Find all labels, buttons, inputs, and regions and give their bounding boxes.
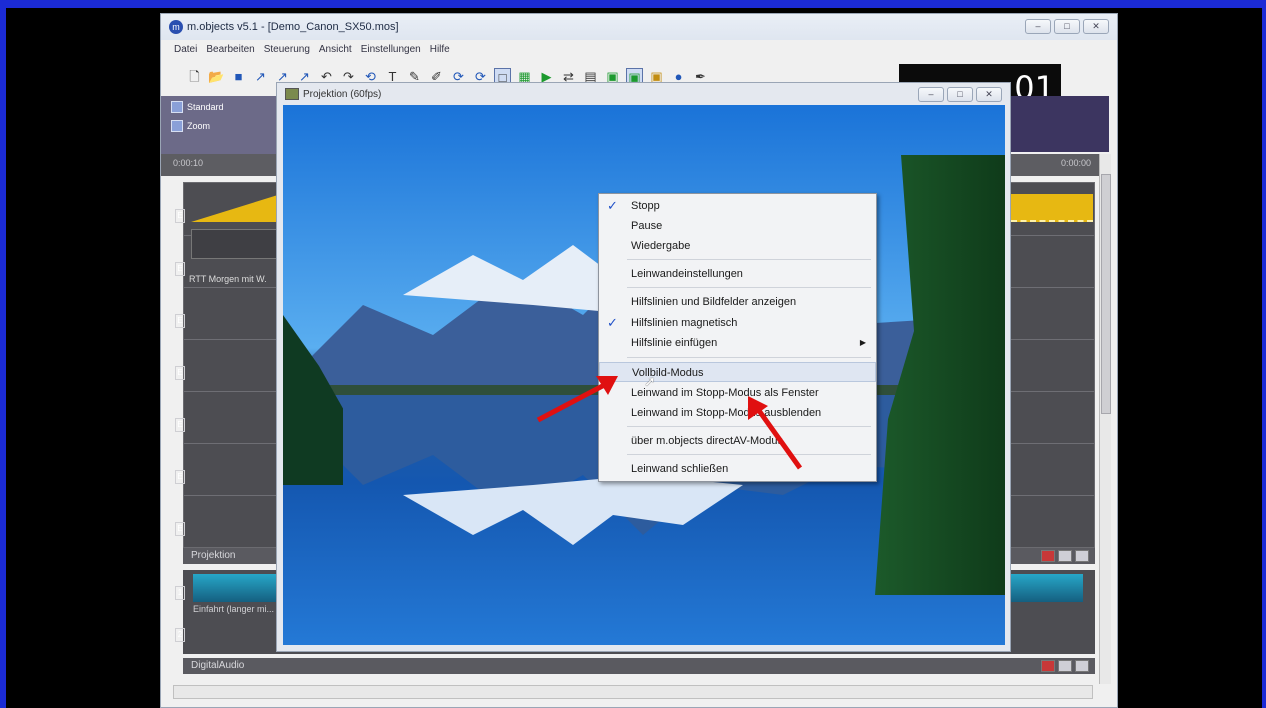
menu-item-stopp[interactable]: ✓ Stopp: [599, 196, 876, 216]
menu-datei[interactable]: Datei: [174, 44, 197, 55]
projection-minimize-button[interactable]: –: [918, 87, 944, 102]
new-icon[interactable]: 🗋: [186, 68, 203, 85]
audio-track-number-icon: 2: [175, 628, 185, 642]
menu-item-pause[interactable]: Pause: [599, 216, 876, 236]
menu-item-leinwandeinstellungen[interactable]: Leinwandeinstellungen: [599, 264, 876, 284]
menu-item-leinwand-schliessen[interactable]: Leinwand schließen: [599, 459, 876, 479]
view-zoom[interactable]: Zoom: [171, 118, 281, 134]
ruler-right-time: 0:00:00: [1060, 158, 1091, 168]
a-icon[interactable]: ↗: [252, 68, 269, 85]
track-number-icon: E: [175, 522, 185, 536]
close-button[interactable]: ✕: [1083, 19, 1109, 34]
minimize-button[interactable]: –: [1025, 19, 1051, 34]
menu-item-hilfslinien-magnetisch[interactable]: ✓ Hilfslinien magnetisch: [599, 313, 876, 333]
app-logo-icon: m: [169, 20, 183, 34]
open-icon[interactable]: 📂: [208, 68, 225, 85]
ruler-left-time: 0:00:10: [173, 158, 204, 168]
standard-icon: [171, 101, 183, 113]
projection-icon: [285, 88, 299, 100]
track-label: RTT Morgen mit W.: [189, 274, 267, 284]
section-lock-icon[interactable]: [1075, 660, 1089, 672]
vertical-scroll-thumb[interactable]: [1101, 174, 1111, 414]
app-titlebar: m m.objects v5.1 - [Demo_Canon_SX50.mos]…: [161, 14, 1117, 40]
menu-item-vollbild-modus[interactable]: Vollbild-Modus: [599, 362, 876, 382]
track-number-icon: E: [175, 314, 185, 328]
menu-separator: [627, 454, 871, 455]
audio-label: Einfahrt (langer mi...: [193, 604, 275, 614]
menu-bearbeiten[interactable]: Bearbeiten: [206, 44, 254, 55]
track-number-icon: E: [175, 209, 185, 223]
view-panel: Standard Zoom: [161, 96, 281, 156]
mouse-cursor-icon: ➚: [644, 373, 656, 389]
menu-item-stopp-ausblenden[interactable]: Leinwand im Stopp-Modus ausblenden: [599, 403, 876, 423]
section-record-icon[interactable]: [1041, 550, 1055, 562]
section-digitalaudio[interactable]: DigitalAudio: [183, 658, 1095, 674]
save-icon[interactable]: ■: [230, 68, 247, 85]
menu-steuerung[interactable]: Steuerung: [264, 44, 310, 55]
menu-item-hilfslinie-einfuegen[interactable]: Hilfslinie einfügen ▶: [599, 333, 876, 353]
projection-maximize-button[interactable]: □: [947, 87, 973, 102]
menu-item-stopp-fenster[interactable]: Leinwand im Stopp-Modus als Fenster: [599, 383, 876, 403]
menu-separator: [627, 426, 871, 427]
submenu-arrow-icon: ▶: [859, 338, 866, 347]
track-number-icon: E: [175, 418, 185, 432]
projection-close-button[interactable]: ✕: [976, 87, 1002, 102]
check-icon: ✓: [607, 315, 618, 330]
vertical-scrollbar[interactable]: [1099, 154, 1111, 684]
projection-titlebar[interactable]: Projektion (60fps) – □ ✕: [277, 83, 1010, 105]
context-menu: ✓ Stopp Pause Wiedergabe Leinwandeinstel…: [598, 193, 877, 482]
fade-bar[interactable]: [1011, 194, 1093, 222]
menu-einstellungen[interactable]: Einstellungen: [361, 44, 421, 55]
view-standard[interactable]: Standard: [171, 99, 281, 115]
track-number-icon: E: [175, 366, 185, 380]
section-record-icon[interactable]: [1041, 660, 1055, 672]
image-thumbnail[interactable]: [191, 229, 281, 259]
menu-separator: [627, 357, 871, 358]
section-lock-icon[interactable]: [1075, 550, 1089, 562]
menubar: Datei Bearbeiten Steuerung Ansicht Einst…: [161, 40, 1117, 58]
app-title-text: m.objects v5.1 - [Demo_Canon_SX50.mos]: [187, 21, 399, 33]
check-icon: ✓: [607, 198, 618, 213]
projection-title: Projektion (60fps): [303, 88, 382, 100]
audio-track-number-icon: 1: [175, 586, 185, 600]
track-number-icon: E: [175, 470, 185, 484]
maximize-button[interactable]: □: [1054, 19, 1080, 34]
menu-ansicht[interactable]: Ansicht: [319, 44, 352, 55]
zoom-icon: [171, 120, 183, 132]
track-number-icon: E: [175, 262, 185, 276]
menu-item-wiedergabe[interactable]: Wiedergabe: [599, 236, 876, 256]
menu-item-directav[interactable]: über m.objects directAV-Modus: [599, 431, 876, 451]
section-mute-icon[interactable]: [1058, 660, 1072, 672]
menu-separator: [627, 287, 871, 288]
section-mute-icon[interactable]: [1058, 550, 1072, 562]
horizontal-scrollbar[interactable]: [173, 685, 1093, 699]
menu-item-hilfslinien-anzeigen[interactable]: Hilfslinien und Bildfelder anzeigen: [599, 292, 876, 312]
menu-separator: [627, 259, 871, 260]
preview-panel: [1011, 96, 1109, 152]
menu-hilfe[interactable]: Hilfe: [430, 44, 450, 55]
